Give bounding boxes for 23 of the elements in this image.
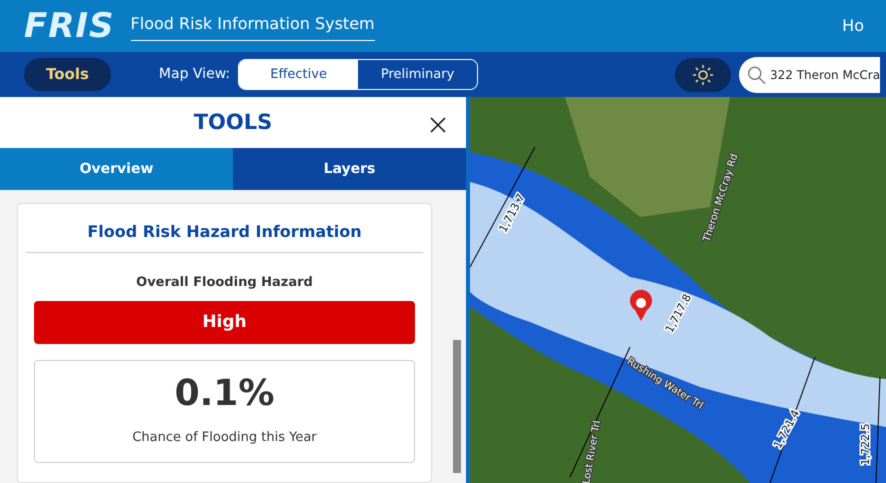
map-view-label: Map View: [158,65,230,84]
chance-value: 0.1% [174,376,274,412]
nav-link[interactable]: Ho [842,14,864,38]
map-view-tab[interactable]: Effective [239,60,358,90]
panel-tab[interactable]: Layers [233,148,466,190]
card-title: Flood Risk Hazard Information [86,221,363,243]
search-icon [747,64,766,86]
panel-tab[interactable]: Overview [0,148,233,190]
settings-icon [691,62,716,86]
search-text[interactable]: 322 Theron McCra [770,66,880,84]
tools-button[interactable]: Tools [24,58,111,91]
location-pin-icon [630,290,652,321]
site-title: Flood Risk Information System [130,12,375,40]
hazard-level-bar: High [34,301,415,344]
elevation-label: 1,722.5 [859,423,872,466]
search-field[interactable]: 322 Theron McCra [739,56,880,92]
panel-title: TOOLS [194,108,272,136]
scrollbar-thumb[interactable] [453,340,461,473]
settings-button[interactable] [675,58,732,92]
close-icon[interactable] [430,117,446,133]
hazard-label: Overall Flooding Hazard [136,275,313,290]
logo[interactable]: FRIS [24,9,115,43]
chance-label: Chance of Flooding this Year [132,428,317,447]
